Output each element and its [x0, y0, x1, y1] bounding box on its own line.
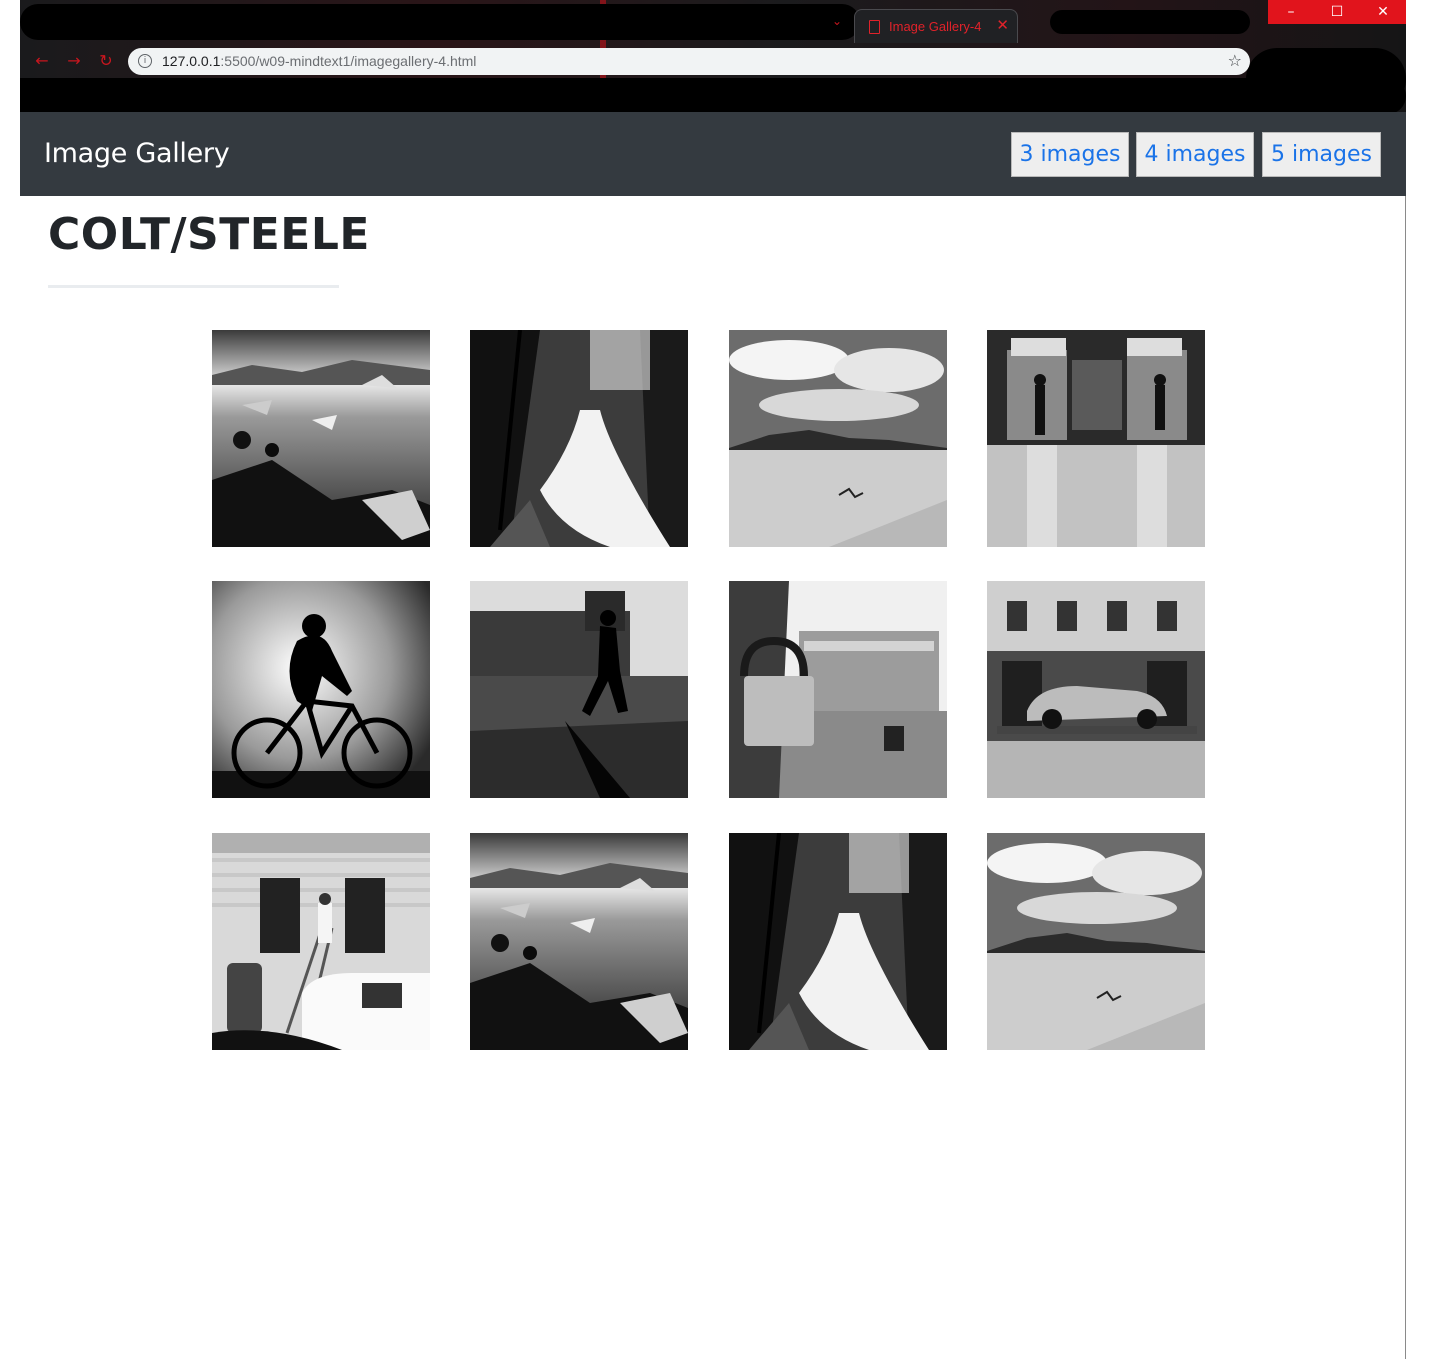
info-icon[interactable]: i: [138, 54, 152, 68]
forward-button[interactable]: →: [64, 51, 84, 71]
gallery-image-walker-silhouette[interactable]: [470, 581, 688, 798]
gallery-image-forest-waterfall[interactable]: [729, 833, 947, 1050]
document-icon: [869, 20, 880, 34]
redaction-mark: [20, 4, 860, 40]
page-heading: COLT/STEELE: [48, 209, 370, 260]
url-host: 127.0.0.1: [162, 53, 221, 69]
reload-button[interactable]: ↻: [96, 51, 116, 71]
address-bar[interactable]: i 127.0.0.1:5500/w09-mindtext1/imagegall…: [128, 48, 1250, 75]
redaction-mark: [20, 78, 1406, 112]
minimize-button[interactable]: –: [1268, 0, 1314, 24]
gallery-image-painter-ladder[interactable]: [212, 833, 430, 1050]
browser-toolbar: ← → ↻ i 127.0.0.1:5500/w09-mindtext1/ima…: [20, 42, 1406, 82]
four-images-button[interactable]: 4 images: [1136, 132, 1254, 177]
gallery-image-padlock-square[interactable]: [729, 581, 947, 798]
gallery-image-vintage-car-trailer[interactable]: [987, 581, 1205, 798]
gallery-image-desert-dunes[interactable]: [729, 330, 947, 547]
tab-image-gallery[interactable]: Image Gallery-4 ✕: [854, 9, 1018, 43]
redaction-mark: [1050, 10, 1250, 34]
tab-close-icon[interactable]: ✕: [996, 16, 1009, 34]
star-icon[interactable]: ☆: [1228, 51, 1242, 70]
gallery-image-forest-waterfall[interactable]: [470, 330, 688, 547]
brand-title[interactable]: Image Gallery: [44, 138, 230, 169]
close-window-button[interactable]: ✕: [1360, 0, 1406, 24]
url-path: :5500/w09-mindtext1/imagegallery-4.html: [220, 53, 477, 69]
gallery-image-glacier-lagoon[interactable]: [470, 833, 688, 1050]
site-navbar: Image Gallery 3 images 4 images 5 images: [20, 112, 1406, 196]
three-images-button[interactable]: 3 images: [1011, 132, 1129, 177]
browser-window: ⌄ Image Gallery-4 ✕ – ☐ ✕ ← → ↻ i 127.0.…: [20, 0, 1406, 1359]
five-images-button[interactable]: 5 images: [1262, 132, 1381, 177]
tab-title: Image Gallery-4: [889, 19, 982, 34]
gallery-image-glacier-lagoon[interactable]: [212, 330, 430, 547]
url-text[interactable]: 127.0.0.1:5500/w09-mindtext1/imagegaller…: [162, 53, 476, 69]
chevron-down-icon[interactable]: ⌄: [832, 14, 842, 28]
gallery-image-desert-dunes[interactable]: [987, 833, 1205, 1050]
back-button[interactable]: ←: [32, 51, 52, 71]
gallery-image-cyclist-silhouette[interactable]: [212, 581, 430, 798]
gallery-image-elevator-lobby[interactable]: [987, 330, 1205, 547]
browser-chrome: ⌄ Image Gallery-4 ✕ – ☐ ✕ ← → ↻ i 127.0.…: [20, 0, 1406, 112]
heading-divider: [48, 285, 339, 288]
maximize-button[interactable]: ☐: [1314, 0, 1360, 24]
